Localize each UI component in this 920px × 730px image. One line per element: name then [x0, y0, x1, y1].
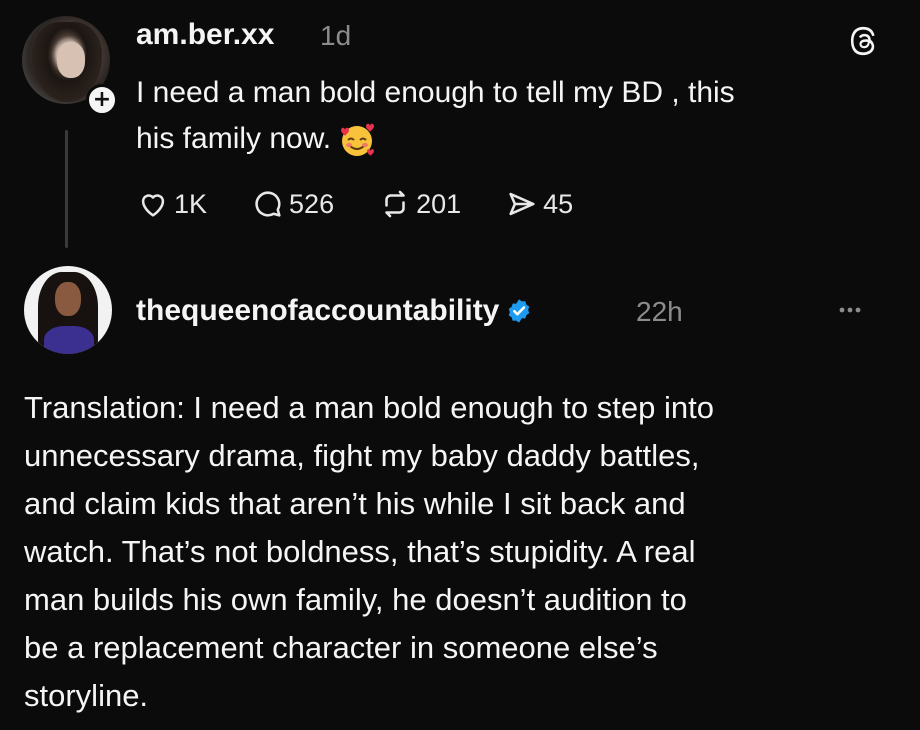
avatar-face [57, 42, 85, 78]
post1-text-line: I need a man bold enough to tell my BD ,… [136, 76, 735, 109]
post1-text-line: his family now. [136, 116, 896, 162]
reply-count: 526 [289, 188, 335, 219]
avatar-shirt [44, 326, 94, 354]
post2-text-line: and claim kids that aren’t his while I s… [24, 486, 686, 521]
send-icon [509, 192, 535, 216]
repost-icon [385, 190, 405, 218]
post1-body: I need a man bold enough to tell my BD ,… [136, 70, 896, 162]
avatar-thequeenofaccountability[interactable] [24, 266, 112, 354]
share-count: 45 [543, 188, 574, 219]
reply-button[interactable]: 526 [251, 187, 334, 221]
post2-text-line: man builds his own family, he doesn’t au… [24, 582, 687, 617]
more-options-icon[interactable] [834, 302, 866, 318]
post2-text-line: watch. That’s not boldness, that’s stupi… [24, 534, 696, 569]
smiling-face-with-hearts-emoji-icon [341, 123, 375, 157]
post2-timestamp: 22h [636, 296, 683, 327]
verified-badge-icon [509, 299, 530, 323]
post1-text-segment: his family now. [136, 122, 332, 155]
repost-count: 201 [416, 188, 462, 219]
post2-username-row[interactable]: thequeenofaccountability [136, 294, 533, 328]
post1-username[interactable]: am.ber.xx [136, 18, 274, 52]
post2-text-line: unnecessary drama, fight my baby daddy b… [24, 438, 700, 473]
share-button[interactable]: 45 [505, 187, 573, 221]
like-count: 1K [174, 188, 208, 219]
post2-body: Translation: I need a man bold enough to… [24, 384, 904, 720]
heart-icon [141, 194, 165, 217]
post2-text-line: be a replacement character in someone el… [24, 630, 658, 665]
follow-plus-icon[interactable]: + [86, 84, 118, 116]
repost-button[interactable]: 201 [378, 187, 461, 221]
comment-bubble-icon [255, 191, 281, 217]
post2-username[interactable]: thequeenofaccountability [136, 294, 499, 328]
post1-timestamp: 1d [320, 20, 352, 51]
post2-text-line: Translation: I need a man bold enough to… [24, 390, 714, 425]
post1-actions: 1K 526 201 45 [136, 184, 617, 224]
threads-logo-icon [850, 26, 875, 56]
post2-text-line: storyline. [24, 678, 149, 713]
like-button[interactable]: 1K [136, 187, 207, 221]
avatar-face [55, 282, 81, 316]
thread-connector-line [65, 130, 68, 248]
